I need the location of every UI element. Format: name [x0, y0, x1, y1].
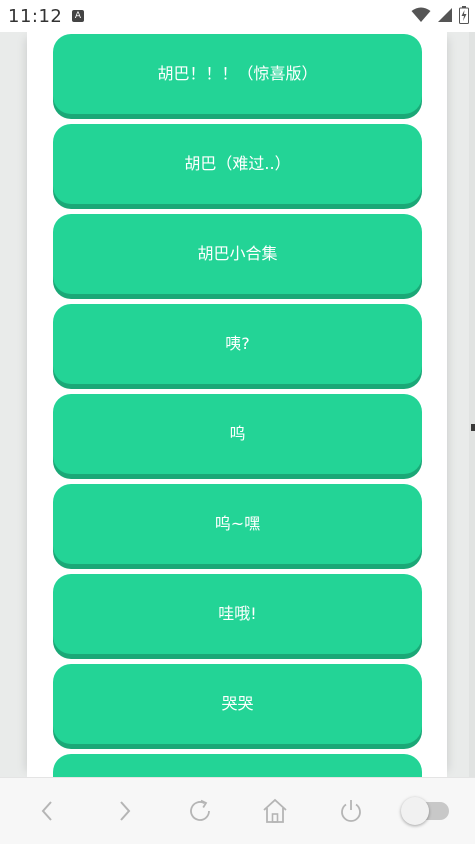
sound-button[interactable] — [53, 754, 422, 777]
refresh-button[interactable] — [176, 787, 224, 835]
back-icon — [41, 801, 52, 821]
battery-icon — [459, 6, 469, 28]
wifi-icon — [411, 7, 431, 27]
status-time: 11:12 — [8, 6, 63, 27]
toggle-knob — [401, 797, 430, 825]
power-icon — [341, 800, 362, 822]
sound-button[interactable]: 胡巴小合集 — [53, 214, 422, 294]
content-panel: 胡巴！！！（惊喜版） 胡巴（难过..） 胡巴小合集 咦? 呜 呜~嘿 哇哦! 哭… — [27, 32, 447, 777]
sound-button-list: 胡巴！！！（惊喜版） 胡巴（难过..） 胡巴小合集 咦? 呜 呜~嘿 哇哦! 哭… — [53, 34, 422, 777]
home-icon — [263, 798, 287, 823]
forward-button[interactable] — [100, 787, 148, 835]
sound-button[interactable]: 呜 — [53, 394, 422, 474]
sound-button[interactable]: 胡巴（难过..） — [53, 124, 422, 204]
sound-button[interactable]: 咦? — [53, 304, 422, 384]
edge-marker — [471, 424, 475, 431]
toggle-track — [401, 797, 450, 825]
forward-icon — [119, 801, 131, 821]
sound-button[interactable]: 哭哭 — [53, 664, 422, 744]
status-bar: 11:12 A — [0, 0, 475, 32]
viewport-edge — [469, 32, 475, 777]
toggle-switch[interactable] — [401, 787, 451, 835]
power-button[interactable] — [327, 787, 375, 835]
sound-button[interactable]: 胡巴！！！（惊喜版） — [53, 34, 422, 114]
signal-icon — [437, 7, 453, 27]
bottom-nav-bar — [0, 777, 475, 844]
sound-button[interactable]: 哇哦! — [53, 574, 422, 654]
back-button[interactable] — [24, 787, 72, 835]
a-notification-icon: A — [72, 10, 84, 22]
home-button[interactable] — [251, 787, 299, 835]
status-icons — [411, 6, 469, 28]
sound-button[interactable]: 呜~嘿 — [53, 484, 422, 564]
refresh-icon — [189, 799, 210, 821]
web-viewport: 胡巴！！！（惊喜版） 胡巴（难过..） 胡巴小合集 咦? 呜 呜~嘿 哇哦! 哭… — [0, 32, 475, 777]
